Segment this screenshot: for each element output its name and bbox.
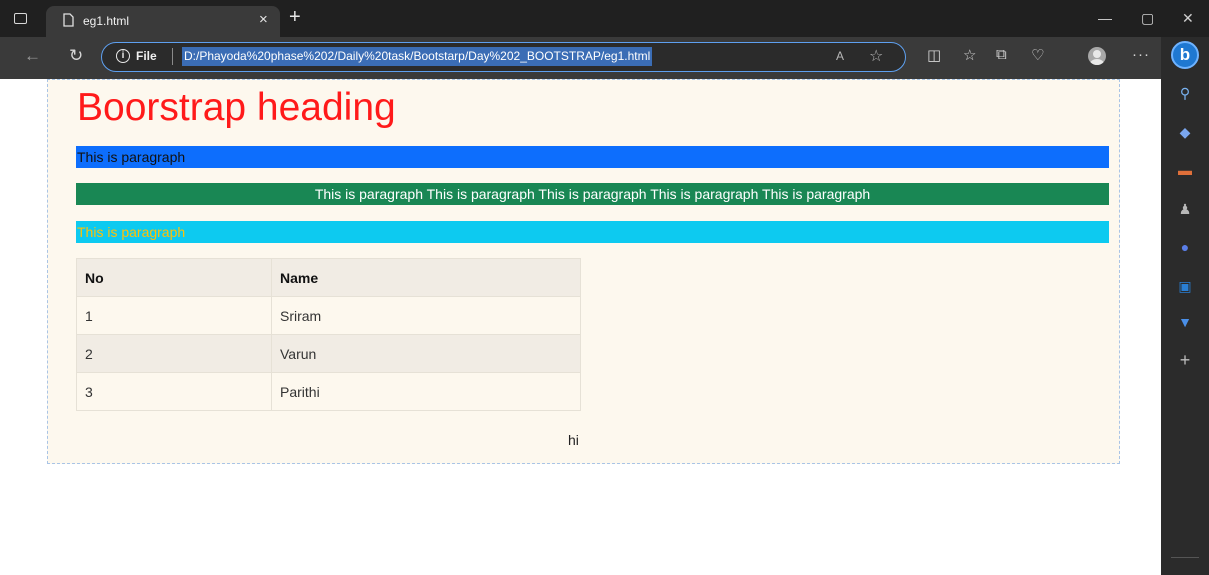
collections-icon[interactable]: ⧉ — [996, 46, 1007, 63]
search-icon[interactable]: ⚲ — [1176, 84, 1194, 102]
minimize-button[interactable]: — — [1098, 10, 1112, 26]
title-bar: eg1.html × + — ▢ ✕ — [0, 0, 1209, 37]
page-heading: Boorstrap heading — [77, 86, 396, 129]
tab-title: eg1.html — [83, 14, 130, 28]
shopping-icon[interactable]: ◆ — [1176, 123, 1194, 141]
microsoft-365-icon[interactable]: ● — [1176, 238, 1194, 256]
bootstrap-container: Boorstrap heading This is paragraph This… — [47, 79, 1120, 464]
close-window-button[interactable]: ✕ — [1182, 10, 1194, 27]
table-header-row: No Name — [76, 258, 581, 297]
table-cell-no: 1 — [76, 296, 272, 335]
restore-button[interactable]: ▢ — [1141, 10, 1154, 27]
address-bar[interactable]: i File D:/Phayoda%20phase%202/Daily%20ta… — [101, 42, 906, 72]
table-cell-name: Varun — [271, 334, 581, 373]
document-icon — [63, 13, 74, 27]
table-row: 1 Sriram — [76, 296, 581, 335]
footer-text: hi — [568, 432, 579, 448]
url-text[interactable]: D:/Phayoda%20phase%202/Daily%20task/Boot… — [182, 47, 653, 66]
new-tab-button[interactable]: + — [289, 6, 301, 29]
paragraph-green: This is paragraph This is paragraph This… — [76, 183, 1109, 205]
split-screen-icon[interactable]: ◫ — [927, 46, 941, 64]
table-cell-no: 3 — [76, 372, 272, 411]
edge-sidebar: b ⚲ ◆ ▬ ♟ ● ▣ ▼ + — [1161, 37, 1209, 575]
table-header-no: No — [76, 258, 272, 297]
table-cell-name: Sriram — [271, 296, 581, 335]
tab-eg1[interactable]: eg1.html × — [46, 6, 280, 37]
drop-icon[interactable]: ▼ — [1176, 313, 1194, 331]
sidebar-divider — [1171, 557, 1199, 558]
bing-copilot-icon[interactable]: b — [1171, 41, 1199, 69]
data-table: No Name 1 Sriram 2 Varun 3 Parithi — [76, 258, 581, 411]
games-icon[interactable]: ♟ — [1176, 200, 1194, 218]
tab-actions-icon[interactable] — [14, 13, 27, 24]
page-viewport: Boorstrap heading This is paragraph This… — [0, 79, 1161, 575]
tools-icon[interactable]: ▬ — [1176, 161, 1194, 179]
favorites-icon[interactable]: ☆ — [963, 46, 976, 64]
profile-icon[interactable] — [1088, 47, 1106, 65]
browser-toolbar: ← ↻ i File D:/Phayoda%20phase%202/Daily%… — [0, 37, 1209, 79]
refresh-icon[interactable]: ↻ — [69, 46, 83, 66]
paragraph-cyan: This is paragraph — [76, 221, 1109, 243]
table-row: 3 Parithi — [76, 372, 581, 411]
outlook-icon[interactable]: ▣ — [1176, 277, 1194, 295]
table-cell-no: 2 — [76, 334, 272, 373]
table-row: 2 Varun — [76, 334, 581, 373]
paragraph-blue: This is paragraph — [76, 146, 1109, 168]
address-separator — [172, 48, 173, 65]
table-header-name: Name — [271, 258, 581, 297]
table-cell-name: Parithi — [271, 372, 581, 411]
more-icon[interactable]: ··· — [1132, 46, 1150, 63]
scheme-label: File — [136, 49, 157, 63]
add-icon[interactable]: + — [1176, 351, 1194, 369]
read-aloud-icon[interactable]: A — [836, 49, 844, 63]
back-icon[interactable]: ← — [24, 46, 41, 66]
health-icon[interactable]: ♡ — [1031, 46, 1044, 64]
favorite-star-icon[interactable]: ☆ — [869, 46, 883, 66]
tab-close-icon[interactable]: × — [259, 11, 268, 28]
info-icon[interactable]: i — [116, 49, 130, 63]
